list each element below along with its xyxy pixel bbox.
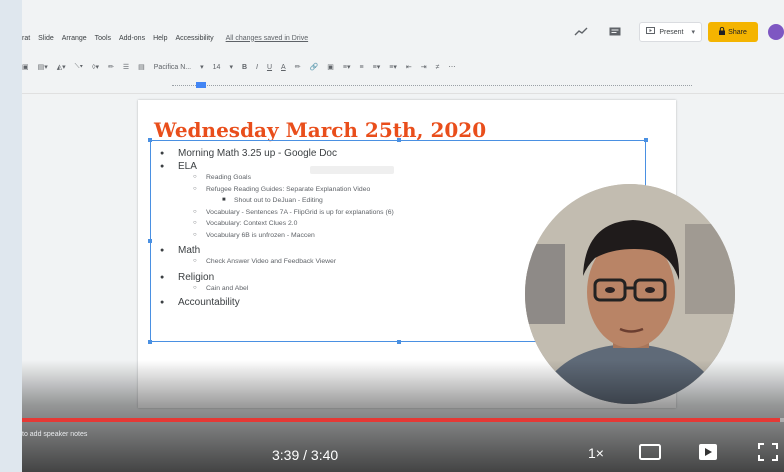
menu-item-addons[interactable]: Add-ons [119, 35, 145, 42]
border-dash-icon[interactable]: ▤ [138, 63, 145, 71]
shape-icon[interactable]: ◭▾ [57, 63, 66, 71]
share-label: Share [728, 28, 747, 36]
resize-handle[interactable] [148, 239, 152, 243]
speaker-notes-hint[interactable]: to add speaker notes [22, 431, 87, 438]
font-family-select[interactable]: Pacifica N... [154, 64, 191, 71]
clear-format-icon[interactable]: ≠ [436, 64, 440, 71]
align-icon[interactable]: ≡▾ [343, 63, 351, 71]
comments-icon[interactable] [605, 22, 625, 42]
underline-icon[interactable]: U [267, 64, 272, 71]
more-icon[interactable]: ⋯ [448, 63, 455, 71]
slides-editor-window: rat Slide Arrange Tools Add-ons Help Acc… [22, 0, 784, 472]
lock-icon [719, 26, 726, 37]
time-display: 3:39 / 3:40 [272, 447, 339, 463]
numbered-list-icon[interactable]: ≡▾ [373, 63, 381, 71]
progress-played [22, 418, 781, 422]
increase-indent-icon[interactable]: ⇥ [421, 63, 427, 71]
miniplayer-icon[interactable] [696, 441, 720, 463]
bulleted-list-icon[interactable]: ≡▾ [389, 63, 397, 71]
fill-color-icon[interactable]: ◊▾ [92, 63, 99, 71]
menu-item-accessibility[interactable]: Accessibility [175, 35, 213, 42]
header-actions: Present ▾ Share [571, 20, 784, 44]
ruler-track [172, 85, 692, 89]
chevron-down-icon[interactable]: ▾ [229, 63, 233, 71]
theater-mode-icon[interactable] [638, 441, 662, 463]
menu-bar: rat Slide Arrange Tools Add-ons Help Acc… [22, 28, 308, 48]
ruler[interactable] [22, 80, 784, 94]
pen-icon[interactable]: ✏ [108, 63, 114, 71]
present-button[interactable]: Present ▾ [639, 22, 702, 42]
resize-handle[interactable] [644, 138, 648, 142]
menu-item-tools[interactable]: Tools [95, 35, 111, 42]
italic-icon[interactable]: I [256, 64, 258, 71]
chevron-down-icon[interactable]: ▾ [691, 28, 695, 36]
sub-sub-bullet-item[interactable]: Shout out to DeJuan - Editing [156, 195, 626, 207]
sub-bullet-item[interactable]: Reading Goals [156, 172, 626, 184]
menu-item-format[interactable]: rat [22, 35, 30, 42]
present-icon [646, 27, 656, 37]
line-spacing-icon[interactable]: ≡ [360, 64, 364, 71]
share-button[interactable]: Share [708, 22, 758, 42]
resize-handle[interactable] [397, 138, 401, 142]
border-icon[interactable]: ☰ [123, 63, 129, 71]
resize-handle[interactable] [397, 340, 401, 344]
player-controls-gradient [22, 360, 784, 472]
saved-status[interactable]: All changes saved in Drive [226, 35, 309, 42]
link-icon[interactable]: 🔗 [310, 63, 319, 71]
sub-bullet-item[interactable]: Refugee Reading Guides: Separate Explana… [156, 184, 626, 196]
chevron-down-icon[interactable]: ▾ [200, 63, 204, 71]
formatting-toolbar: ▣ ▤▾ ◭▾ ⟍▾ ◊▾ ✏ ☰ ▤ Pacifica N... ▾ 14 ▾… [22, 58, 784, 76]
text-color-icon[interactable]: A [281, 64, 286, 71]
bold-icon[interactable]: B [242, 64, 247, 71]
account-avatar[interactable] [768, 24, 784, 40]
comment-add-icon[interactable]: ▣ [327, 63, 334, 71]
slide-title[interactable]: Wednesday March 25th, 2020 [154, 118, 486, 142]
new-slide-icon[interactable]: ▣ [22, 63, 29, 71]
bullet-item[interactable]: ELA [156, 161, 626, 172]
menu-item-slide[interactable]: Slide [38, 35, 54, 42]
line-icon[interactable]: ⟍▾ [75, 63, 83, 71]
indent-marker[interactable] [196, 82, 206, 88]
trend-icon[interactable] [571, 22, 591, 42]
playback-speed-button[interactable]: 1× [588, 445, 604, 461]
resize-handle[interactable] [148, 340, 152, 344]
highlight-icon[interactable]: ✏ [295, 63, 301, 71]
present-label: Present [659, 28, 684, 36]
fullscreen-icon[interactable] [756, 441, 780, 463]
font-size-select[interactable]: 14 [213, 64, 221, 71]
decrease-indent-icon[interactable]: ⇤ [406, 63, 412, 71]
progress-bar[interactable] [22, 418, 784, 422]
menu-item-help[interactable]: Help [153, 35, 167, 42]
bullet-item[interactable]: Morning Math 3.25 up - Google Doc [156, 148, 626, 159]
resize-handle[interactable] [148, 138, 152, 142]
layout-icon[interactable]: ▤▾ [38, 63, 48, 71]
menu-item-arrange[interactable]: Arrange [62, 35, 87, 42]
